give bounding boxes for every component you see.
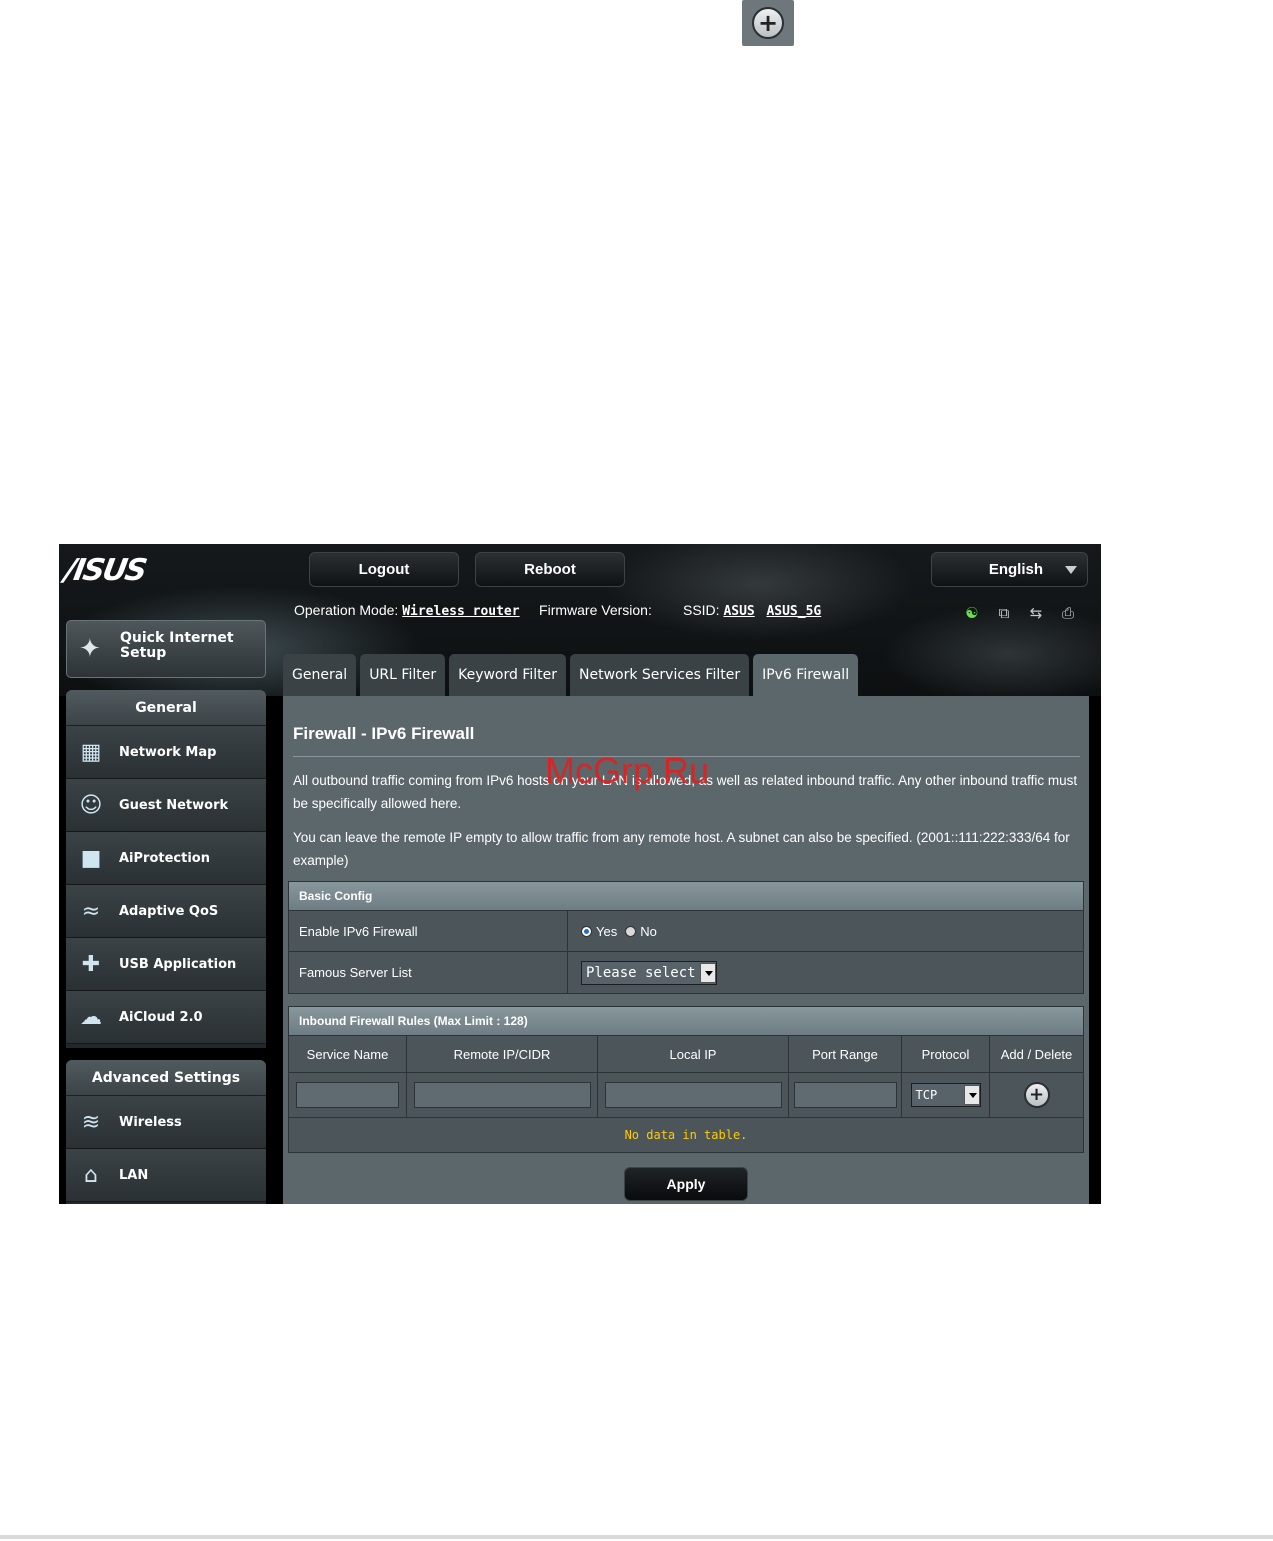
logout-button[interactable]: Logout [309, 552, 459, 587]
description-remote-ip: You can leave the remote IP empty to all… [293, 830, 1070, 868]
ssid-link-2[interactable]: ASUS_5G [766, 604, 821, 619]
local-ip-input[interactable] [604, 1082, 782, 1108]
column-add-delete: Add / Delete [1000, 1047, 1073, 1062]
rules-input-row: TCP + [289, 1073, 1083, 1118]
sidebar-item-adaptive-qos[interactable]: ≈ Adaptive QoS [66, 885, 266, 938]
server-list-label: Famous Server List [289, 952, 568, 993]
inbound-rules-header: Inbound Firewall Rules (Max Limit : 128) [289, 1007, 1083, 1036]
column-local-ip: Local IP [598, 1036, 789, 1072]
operation-mode-link[interactable]: Wireless router [402, 604, 519, 619]
status-icons: ☯ ⧉ ⇆ ⎙ [961, 602, 1079, 624]
rules-column-headers: Service Name Remote IP/CIDR Local IP Por… [289, 1036, 1083, 1073]
remote-ip-input[interactable] [413, 1082, 591, 1108]
network-map-icon: ▦ [80, 740, 102, 765]
sidebar-item-usb-application[interactable]: ✚ USB Application [66, 938, 266, 991]
sidebar-item-aicloud[interactable]: ☁ AiCloud 2.0 [66, 991, 266, 1044]
lock-icon: ■ [80, 846, 102, 871]
puzzle-icon: ✚ [81, 952, 101, 977]
devices-icon[interactable]: ⧉ [993, 602, 1015, 624]
sidebar-general: General ▦ Network Map ☺ Guest Network ■ … [66, 690, 266, 1048]
router-admin-screen: /ISUS Logout Reboot English Operation Mo… [59, 544, 1101, 1204]
server-list-select[interactable]: Please select [581, 960, 717, 985]
protocol-select[interactable]: TCP [910, 1083, 981, 1107]
basic-config-header: Basic Config [289, 882, 1083, 911]
enable-no-label: No [640, 923, 657, 939]
apply-button[interactable]: Apply [624, 1167, 748, 1201]
guest-network-icon: ☺ [79, 793, 103, 818]
language-value: English [988, 561, 1043, 578]
empty-table-message: No data in table. [289, 1118, 1083, 1152]
tab-keyword-filter[interactable]: Keyword Filter [449, 654, 567, 696]
ssid-link-1[interactable]: ASUS [723, 604, 754, 619]
column-port-range: Port Range [789, 1036, 902, 1072]
sidebar-item-guest-network[interactable]: ☺ Guest Network [66, 779, 266, 832]
tab-general[interactable]: General [283, 654, 357, 696]
home-icon: ⌂ [84, 1163, 98, 1188]
chevron-down-icon [1065, 566, 1077, 574]
usb-icon[interactable]: ⇆ [1025, 602, 1047, 624]
port-range-input[interactable] [793, 1082, 897, 1108]
printer-icon[interactable]: ⎙ [1057, 602, 1079, 624]
status-bar: Operation Mode: Wireless router Firmware… [294, 602, 822, 619]
server-list-row: Famous Server List Please select [289, 952, 1083, 993]
sidebar-advanced: Advanced Settings ≋ Wireless ⌂ LAN [66, 1060, 266, 1204]
sidebar-general-header: General [66, 690, 266, 726]
reboot-button[interactable]: Reboot [475, 552, 625, 587]
cloud-icon: ☁ [80, 1005, 102, 1030]
watermark: McGrp.Ru [545, 750, 710, 791]
chevron-down-icon [963, 1085, 980, 1105]
enable-no-radio[interactable] [625, 925, 637, 937]
sidebar-advanced-header: Advanced Settings [66, 1060, 266, 1096]
service-name-input[interactable] [296, 1082, 399, 1108]
page-title: Firewall - IPv6 Firewall [293, 724, 475, 743]
main-content: Firewall - IPv6 Firewall All outbound tr… [283, 696, 1089, 1204]
tab-ipv6-firewall[interactable]: IPv6 Firewall [753, 654, 859, 696]
chevron-down-icon [699, 962, 716, 983]
asus-logo: /ISUS [62, 553, 148, 588]
user-icon[interactable]: ☯ [961, 602, 983, 624]
wifi-icon: ≋ [81, 1110, 101, 1135]
language-select[interactable]: English [931, 552, 1088, 587]
quick-internet-setup-button[interactable]: ✦ Quick Internet Setup [66, 620, 266, 678]
basic-config-table: Basic Config Enable IPv6 Firewall Yes No… [288, 881, 1084, 994]
sidebar-item-aiprotection[interactable]: ■ AiProtection [66, 832, 266, 885]
page-divider [0, 1535, 1273, 1539]
enable-firewall-label: Enable IPv6 Firewall [289, 911, 568, 951]
tab-bar: General URL Filter Keyword Filter Networ… [283, 654, 859, 696]
qos-icon: ≈ [81, 899, 101, 924]
enable-firewall-row: Enable IPv6 Firewall Yes No [289, 911, 1083, 952]
tab-network-services-filter[interactable]: Network Services Filter [570, 654, 750, 696]
column-protocol: Protocol [902, 1036, 990, 1072]
tab-url-filter[interactable]: URL Filter [360, 654, 446, 696]
enable-yes-label: Yes [596, 923, 618, 939]
sidebar-item-network-map[interactable]: ▦ Network Map [66, 726, 266, 779]
column-service-name: Service Name [289, 1036, 407, 1072]
sidebar-item-lan[interactable]: ⌂ LAN [66, 1149, 266, 1202]
sidebar-item-wireless[interactable]: ≋ Wireless [66, 1096, 266, 1149]
inbound-rules-table: Inbound Firewall Rules (Max Limit : 128)… [288, 1006, 1084, 1153]
add-rule-icon[interactable]: + [1023, 1082, 1050, 1108]
enable-yes-radio[interactable] [581, 925, 592, 937]
add-circle-icon: + [742, 0, 794, 46]
column-remote-ip: Remote IP/CIDR [407, 1036, 598, 1072]
magic-wand-icon: ✦ [79, 634, 101, 664]
